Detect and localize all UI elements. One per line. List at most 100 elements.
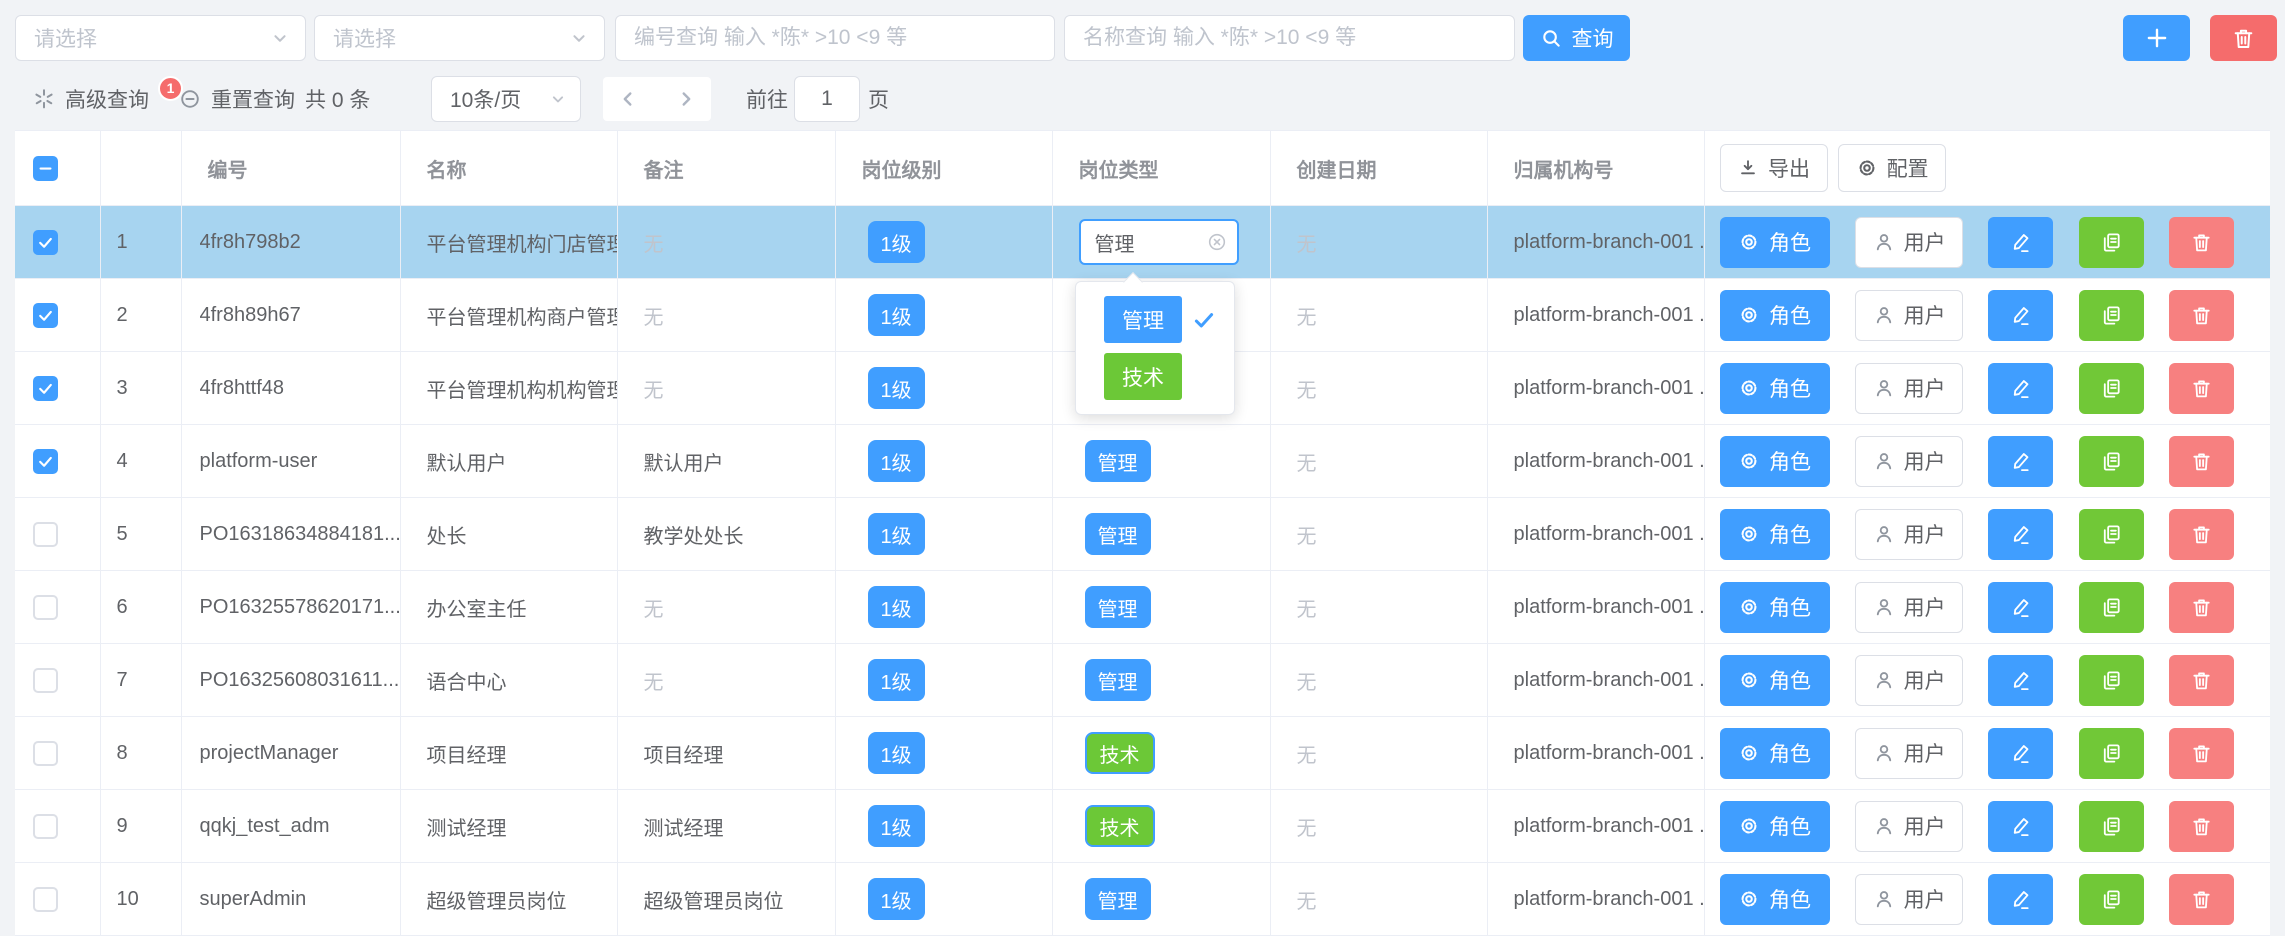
copy-button[interactable] [2079, 801, 2144, 852]
row-delete-button[interactable] [2169, 801, 2234, 852]
type-tag[interactable]: 管理 [1085, 513, 1151, 555]
copy-button[interactable] [2079, 217, 2144, 268]
header-code: 编号 [181, 131, 400, 206]
select-all-checkbox[interactable] [33, 156, 58, 181]
export-button[interactable]: 导出 [1720, 144, 1828, 192]
prev-page-icon[interactable] [617, 88, 639, 110]
edit-button[interactable] [1988, 582, 2053, 633]
row-delete-button[interactable] [2169, 655, 2234, 706]
user-button-label: 用户 [1904, 811, 1946, 841]
row-delete-button[interactable] [2169, 582, 2234, 633]
copy-button[interactable] [2079, 582, 2144, 633]
advanced-search-label: 高级查询 [65, 84, 149, 114]
row-created: 无 [1297, 593, 1487, 622]
delete-icon [2190, 742, 2213, 765]
config-button[interactable]: 配置 [1838, 144, 1946, 192]
row-delete-button[interactable] [2169, 436, 2234, 487]
clear-icon[interactable] [1206, 231, 1228, 253]
row-delete-button[interactable] [2169, 874, 2234, 925]
advanced-search-button[interactable]: 高级查询 1 [32, 75, 183, 123]
copy-button[interactable] [2079, 728, 2144, 779]
role-button-label: 角色 [1769, 373, 1811, 403]
copy-button[interactable] [2079, 655, 2144, 706]
code-search-input[interactable] [616, 16, 1054, 60]
name-search-input[interactable] [1065, 16, 1514, 60]
role-button[interactable]: 角色 [1720, 436, 1830, 487]
user-button[interactable]: 用户 [1855, 436, 1963, 487]
page-size-select[interactable]: 10条/页 [431, 76, 581, 122]
edit-button[interactable] [1988, 217, 2053, 268]
row-checkbox[interactable] [33, 449, 58, 474]
user-button[interactable]: 用户 [1855, 582, 1963, 633]
role-button[interactable]: 角色 [1720, 728, 1830, 779]
user-button[interactable]: 用户 [1855, 655, 1963, 706]
copy-button[interactable] [2079, 509, 2144, 560]
next-page-icon[interactable] [675, 88, 697, 110]
role-button[interactable]: 角色 [1720, 509, 1830, 560]
filter-select-2[interactable]: 请选择 [314, 15, 605, 61]
dropdown-option-mgmt[interactable]: 管理 [1076, 291, 1234, 348]
search-button[interactable]: 查询 [1523, 15, 1630, 61]
copy-button[interactable] [2079, 874, 2144, 925]
code-search-field [615, 15, 1055, 61]
copy-button[interactable] [2079, 290, 2144, 341]
role-button[interactable]: 角色 [1720, 582, 1830, 633]
edit-button[interactable] [1988, 655, 2053, 706]
user-button[interactable]: 用户 [1855, 290, 1963, 341]
add-button[interactable] [2123, 15, 2190, 61]
reset-search-button[interactable]: 重置查询 [178, 75, 295, 123]
edit-button[interactable] [1988, 509, 2053, 560]
type-edit-input[interactable]: 管理 [1079, 219, 1239, 265]
type-tag[interactable]: 管理 [1085, 586, 1151, 628]
goto-page-input[interactable] [795, 76, 859, 122]
role-button[interactable]: 角色 [1720, 874, 1830, 925]
filter-select-1[interactable]: 请选择 [15, 15, 306, 61]
row-remark: 教学处处长 [644, 520, 835, 549]
row-code: qqkj_test_adm [200, 815, 400, 838]
user-button[interactable]: 用户 [1855, 509, 1963, 560]
user-button[interactable]: 用户 [1855, 217, 1963, 268]
row-checkbox[interactable] [33, 668, 58, 693]
row-delete-button[interactable] [2169, 363, 2234, 414]
edit-button[interactable] [1988, 874, 2053, 925]
table-row: 1 4fr8h798b2 平台管理机构门店管理员 无 1级 管理 无 platf… [15, 206, 2270, 279]
row-delete-button[interactable] [2169, 728, 2234, 779]
edit-button[interactable] [1988, 728, 2053, 779]
user-button[interactable]: 用户 [1855, 728, 1963, 779]
user-button[interactable]: 用户 [1855, 363, 1963, 414]
type-tag[interactable]: 管理 [1085, 440, 1151, 482]
name-search-field [1064, 15, 1515, 61]
batch-delete-button[interactable] [2210, 15, 2277, 61]
edit-button[interactable] [1988, 436, 2053, 487]
role-button[interactable]: 角色 [1720, 363, 1830, 414]
row-checkbox[interactable] [33, 230, 58, 255]
row-checkbox[interactable] [33, 741, 58, 766]
row-delete-button[interactable] [2169, 509, 2234, 560]
role-button[interactable]: 角色 [1720, 655, 1830, 706]
toolbar-row: 高级查询 1 重置查询 共 0 条 10条/页 前往 [0, 75, 2285, 123]
role-button[interactable]: 角色 [1720, 217, 1830, 268]
row-checkbox[interactable] [33, 303, 58, 328]
role-button[interactable]: 角色 [1720, 801, 1830, 852]
copy-button[interactable] [2079, 436, 2144, 487]
user-button-label: 用户 [1904, 300, 1946, 330]
row-delete-button[interactable] [2169, 217, 2234, 268]
edit-button[interactable] [1988, 801, 2053, 852]
type-tag[interactable]: 管理 [1085, 878, 1151, 920]
row-delete-button[interactable] [2169, 290, 2234, 341]
edit-button[interactable] [1988, 290, 2053, 341]
edit-button[interactable] [1988, 363, 2053, 414]
user-button[interactable]: 用户 [1855, 801, 1963, 852]
row-checkbox[interactable] [33, 376, 58, 401]
dropdown-option-tech[interactable]: 技术 [1076, 348, 1234, 405]
row-checkbox[interactable] [33, 887, 58, 912]
row-checkbox[interactable] [33, 522, 58, 547]
type-tag[interactable]: 管理 [1085, 659, 1151, 701]
row-checkbox[interactable] [33, 814, 58, 839]
type-tag[interactable]: 技术 [1085, 805, 1155, 847]
role-button[interactable]: 角色 [1720, 290, 1830, 341]
user-button[interactable]: 用户 [1855, 874, 1963, 925]
type-tag[interactable]: 技术 [1085, 732, 1155, 774]
copy-button[interactable] [2079, 363, 2144, 414]
row-checkbox[interactable] [33, 595, 58, 620]
